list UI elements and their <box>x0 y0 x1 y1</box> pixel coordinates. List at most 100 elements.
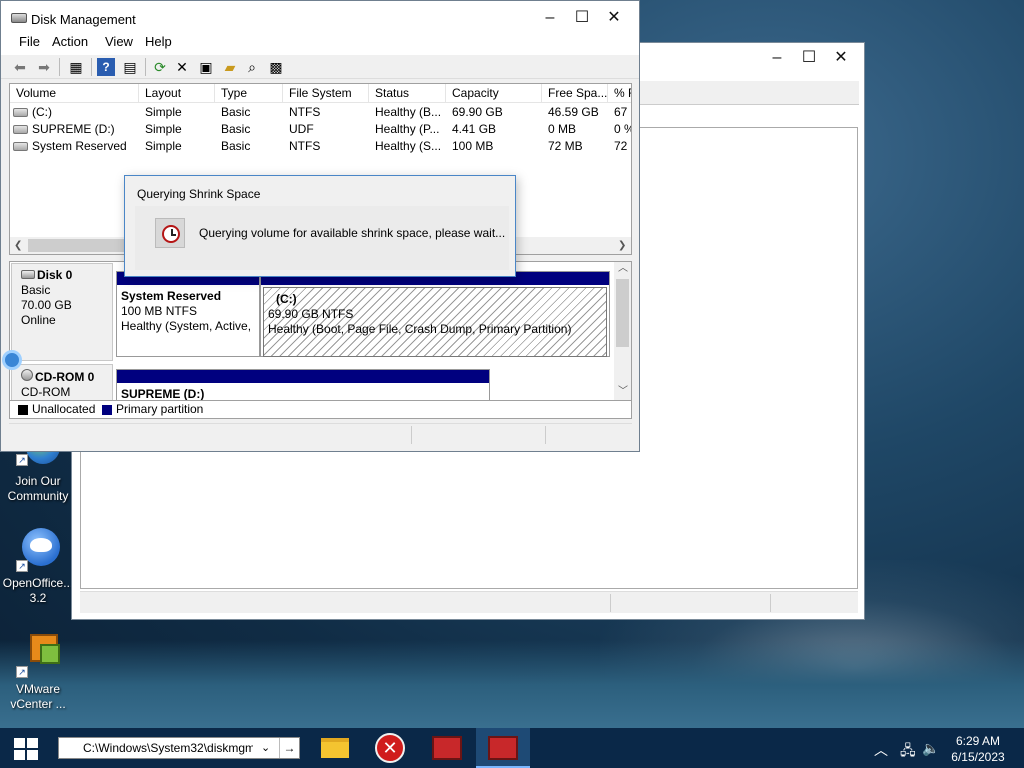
drive-icon <box>13 108 28 117</box>
taskbar-file-explorer[interactable] <box>308 728 362 768</box>
run-address-box[interactable]: C:\Windows\System32\diskmgmt ⌄ → <box>58 737 300 759</box>
desktop-icon-label: OpenOffice... 3.2 <box>2 576 74 605</box>
start-button[interactable] <box>14 738 38 760</box>
desktop-icon-openoffice[interactable]: ↗ OpenOffice... 3.2 <box>2 528 74 606</box>
console-tree-icon[interactable]: ▦ <box>67 58 85 76</box>
settings-icon[interactable]: ▩ <box>267 58 285 76</box>
table-row[interactable]: System Reserved Simple Basic NTFS Health… <box>10 138 631 155</box>
type-cell: Basic <box>221 105 251 119</box>
back-arrow-icon[interactable]: ⬅ <box>11 58 29 76</box>
disk-graphical-view[interactable]: Disk 0 Basic 70.00 GB Online System Rese… <box>9 261 632 401</box>
statusbar <box>9 423 632 445</box>
maximize-icon[interactable]: ☐ <box>565 3 599 33</box>
column-status[interactable]: Status <box>369 84 446 103</box>
volume-name-cell: System Reserved <box>10 138 139 155</box>
status-divider <box>411 426 412 444</box>
column-file-system[interactable]: File System <box>283 84 369 103</box>
primary-partition-bar <box>117 370 489 383</box>
column-volume[interactable]: Volume <box>10 84 139 103</box>
cdrom-0-label[interactable]: CD-ROM 0 CD-ROM <box>11 364 113 400</box>
refresh-icon[interactable]: ⟳ <box>151 58 169 76</box>
forward-arrow-icon[interactable]: ➡ <box>35 58 53 76</box>
partition-supreme-d[interactable]: SUPREME (D:) <box>116 369 490 401</box>
toolbox-icon <box>488 736 518 760</box>
menu-help[interactable]: Help <box>145 35 172 49</box>
clock-icon <box>155 218 185 248</box>
scrollbar-thumb[interactable] <box>616 279 629 347</box>
volume-name: (C:) <box>32 105 52 119</box>
column-type[interactable]: Type <box>215 84 283 103</box>
volume-muted-icon[interactable]: 🔈 <box>922 740 939 757</box>
percent-free-cell: 0 % <box>614 122 631 136</box>
minimize-icon[interactable]: – <box>760 43 794 73</box>
taskbar: C:\Windows\System32\diskmgmt ⌄ → ✕ ︿ 🖧 🔈… <box>0 728 1024 768</box>
scrollbar-thumb[interactable] <box>28 239 132 252</box>
maximize-icon[interactable]: ☐ <box>792 43 826 73</box>
cd-rom-icon <box>21 369 33 381</box>
capacity-cell: 69.90 GB <box>452 105 503 119</box>
run-input[interactable]: C:\Windows\System32\diskmgmt <box>83 741 253 755</box>
type-cell: Basic <box>221 139 251 153</box>
table-row[interactable]: SUPREME (D:) Simple Basic UDF Healthy (P… <box>10 121 631 138</box>
disk-state: Online <box>21 313 56 327</box>
type-cell: Basic <box>221 122 251 136</box>
scroll-left-icon[interactable]: ❮ <box>14 237 22 254</box>
busy-cursor-icon <box>2 350 22 370</box>
open-folder-icon[interactable]: ▰ <box>221 58 239 76</box>
scroll-right-icon[interactable]: ❯ <box>618 237 626 254</box>
partition-title: SUPREME (D:) <box>121 387 205 401</box>
search-icon[interactable]: ⌕ <box>243 58 261 76</box>
unallocated-swatch <box>18 405 28 415</box>
clock-time: 6:29 AM <box>955 734 1001 748</box>
fs-cell: NTFS <box>289 139 321 153</box>
drive-icon <box>13 125 28 134</box>
go-arrow-icon[interactable]: → <box>279 738 299 758</box>
scroll-up-icon[interactable]: ︿ <box>618 262 628 277</box>
table-row[interactable]: (C:) Simple Basic NTFS Healthy (B... 69.… <box>10 104 631 121</box>
taskbar-disk-management[interactable] <box>476 728 530 768</box>
column-capacity[interactable]: Capacity <box>446 84 542 103</box>
dialog-message: Querying volume for available shrink spa… <box>199 226 506 240</box>
percent-free-cell: 72 <box>614 139 628 153</box>
querying-shrink-space-dialog[interactable]: Querying Shrink Space Querying volume fo… <box>124 175 516 277</box>
close-icon[interactable]: ✕ <box>824 43 858 73</box>
column-free-space[interactable]: Free Spa... <box>542 84 608 103</box>
windows-logo-icon <box>14 738 25 748</box>
disk-name: Disk 0 <box>37 268 73 282</box>
vertical-scrollbar[interactable]: ︿ ﹀ <box>614 262 631 400</box>
partition-system-reserved[interactable]: System Reserved 100 MB NTFS Healthy (Sys… <box>116 271 260 357</box>
status-divider <box>770 594 771 612</box>
partition-status: Healthy (Boot, Page File, Crash Dump, Pr… <box>268 322 572 336</box>
close-icon[interactable]: ✕ <box>597 3 631 33</box>
background-window-statusbar <box>80 591 858 613</box>
rescan-icon[interactable]: ▣ <box>197 58 215 76</box>
toolbox-icon <box>432 736 462 760</box>
legend: Unallocated Primary partition <box>9 401 632 419</box>
menu-file[interactable]: File <box>19 35 40 49</box>
column-layout[interactable]: Layout <box>139 84 215 103</box>
delete-icon[interactable]: ✕ <box>173 58 191 76</box>
show-hidden-icons-chevron[interactable]: ︿ <box>874 740 888 760</box>
volume-name-cell: (C:) <box>10 104 139 121</box>
window-titlebar[interactable]: Disk Management – ☐ ✕ <box>1 1 639 35</box>
disk-0-label[interactable]: Disk 0 Basic 70.00 GB Online <box>11 263 113 361</box>
scroll-down-icon[interactable]: ﹀ <box>618 383 628 400</box>
desktop-icon-vmware[interactable]: ↗ VMware vCenter ... <box>2 634 74 712</box>
menu-view[interactable]: View <box>105 35 133 49</box>
taskbar-clock[interactable]: 6:29 AM 6/15/2023 <box>940 733 1016 765</box>
help-icon[interactable]: ? <box>97 58 115 76</box>
network-icon[interactable]: 🖧 <box>900 740 916 764</box>
shortcut-arrow-icon: ↗ <box>16 666 28 678</box>
minimize-icon[interactable]: – <box>533 3 567 33</box>
partition-c-drive[interactable]: (C:) 69.90 GB NTFS Healthy (Boot, Page F… <box>260 271 610 357</box>
clock-date: 6/15/2023 <box>951 750 1005 764</box>
wallpaper-horizon <box>0 640 1024 730</box>
properties-icon[interactable]: ▤ <box>121 58 139 76</box>
column-percent-free[interactable]: % F <box>608 84 631 103</box>
chevron-down-icon[interactable]: ⌄ <box>261 741 270 754</box>
menu-action[interactable]: Action <box>52 35 88 49</box>
fs-cell: UDF <box>289 122 314 136</box>
volume-name: SUPREME (D:) <box>32 122 115 136</box>
taskbar-error-app[interactable]: ✕ <box>364 728 418 768</box>
taskbar-computer-management[interactable] <box>420 728 474 768</box>
